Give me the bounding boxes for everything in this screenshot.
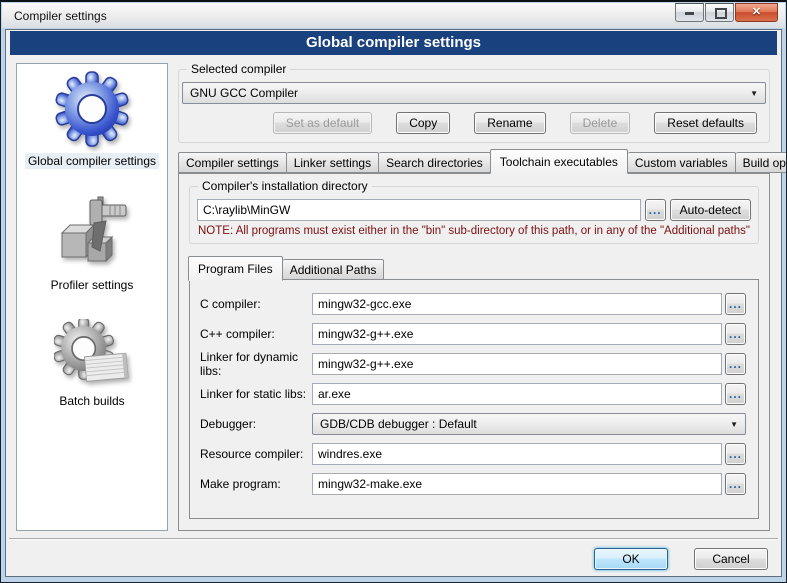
ok-button[interactable]: OK bbox=[594, 548, 668, 570]
resource-compiler-input[interactable] bbox=[312, 443, 722, 465]
debugger-select[interactable]: GDB/CDB debugger : Default ▼ bbox=[312, 413, 746, 435]
linker-static-label: Linker for static libs: bbox=[200, 387, 312, 401]
tab-search-directories[interactable]: Search directories bbox=[379, 152, 491, 173]
installation-note: NOTE: All programs must exist either in … bbox=[198, 225, 751, 237]
c-compiler-label: C compiler: bbox=[200, 297, 312, 311]
copy-button[interactable]: Copy bbox=[396, 112, 450, 134]
close-button[interactable]: ✕ bbox=[735, 3, 778, 22]
reset-defaults-button[interactable]: Reset defaults bbox=[654, 112, 757, 134]
resource-compiler-label: Resource compiler: bbox=[200, 447, 312, 461]
installation-directory-row: ... Auto-detect bbox=[197, 199, 751, 221]
selected-compiler-group: Selected compiler GNU GCC Compiler ▼ Set… bbox=[178, 69, 770, 143]
settings-sidebar: Global compiler settings bbox=[16, 63, 168, 531]
sidebar-item-label: Batch builds bbox=[56, 393, 127, 409]
tab-custom-variables[interactable]: Custom variables bbox=[628, 152, 736, 173]
blue-gear-icon bbox=[52, 69, 132, 149]
compiler-buttons-row: Set as default Copy Rename Delete Reset … bbox=[179, 112, 769, 134]
linker-static-input[interactable] bbox=[312, 383, 722, 405]
files-subtabstrip: Program Files Additional Paths bbox=[189, 256, 759, 280]
installation-directory-group: Compiler's installation directory ... Au… bbox=[189, 186, 759, 244]
chevron-down-icon: ▼ bbox=[750, 89, 758, 98]
footer-buttons: OK Cancel bbox=[6, 548, 781, 570]
field-row: Linker for static libs: ... bbox=[200, 383, 746, 405]
tab-compiler-settings[interactable]: Compiler settings bbox=[178, 152, 287, 173]
cpp-compiler-input[interactable] bbox=[312, 323, 722, 345]
browse-button[interactable]: ... bbox=[725, 383, 746, 405]
set-as-default-button[interactable]: Set as default bbox=[273, 112, 372, 134]
field-row: Resource compiler: ... bbox=[200, 443, 746, 465]
dialog-body: Global compiler settings bbox=[16, 63, 770, 531]
window-title: Compiler settings bbox=[14, 9, 107, 23]
compiler-settings-dialog: Compiler settings ✕ Global compiler sett… bbox=[0, 0, 787, 583]
tab-build-options[interactable]: Build options bbox=[736, 152, 787, 173]
cpp-compiler-label: C++ compiler: bbox=[200, 327, 312, 341]
compiler-select-value: GNU GCC Compiler bbox=[190, 86, 298, 100]
maximize-icon bbox=[715, 8, 727, 19]
cancel-button[interactable]: Cancel bbox=[694, 548, 768, 570]
sidebar-item-batch-builds[interactable]: Batch builds bbox=[54, 319, 130, 409]
compiler-select[interactable]: GNU GCC Compiler ▼ bbox=[182, 82, 766, 104]
tab-linker-settings[interactable]: Linker settings bbox=[287, 152, 379, 173]
selected-compiler-group-label: Selected compiler bbox=[187, 62, 290, 76]
field-row: C compiler: ... bbox=[200, 293, 746, 315]
program-files-panel: C compiler: ... C++ compiler: ... Linker… bbox=[189, 279, 759, 519]
rename-button[interactable]: Rename bbox=[474, 112, 545, 134]
subtab-additional-paths[interactable]: Additional Paths bbox=[283, 259, 385, 280]
make-program-input[interactable] bbox=[312, 473, 722, 495]
c-compiler-input[interactable] bbox=[312, 293, 722, 315]
field-row: Linker for dynamic libs: ... bbox=[200, 353, 746, 375]
sidebar-item-label: Global compiler settings bbox=[25, 153, 159, 169]
make-program-label: Make program: bbox=[200, 477, 312, 491]
batch-builds-icon bbox=[54, 319, 130, 389]
minimize-icon bbox=[685, 12, 694, 15]
browse-button[interactable]: ... bbox=[725, 323, 746, 345]
close-icon: ✕ bbox=[752, 7, 761, 18]
subtab-program-files[interactable]: Program Files bbox=[188, 256, 283, 281]
sidebar-item-profiler-settings[interactable]: Profiler settings bbox=[48, 195, 137, 293]
browse-button[interactable]: ... bbox=[725, 473, 746, 495]
field-row: Make program: ... bbox=[200, 473, 746, 495]
delete-button[interactable]: Delete bbox=[570, 112, 631, 134]
debugger-select-value: GDB/CDB debugger : Default bbox=[320, 417, 477, 431]
chevron-down-icon: ▼ bbox=[730, 420, 738, 429]
browse-button[interactable]: ... bbox=[725, 443, 746, 465]
field-row: C++ compiler: ... bbox=[200, 323, 746, 345]
debugger-label: Debugger: bbox=[200, 417, 312, 431]
sidebar-item-label: Profiler settings bbox=[48, 277, 137, 293]
maximize-button[interactable] bbox=[705, 3, 734, 22]
window-controls: ✕ bbox=[675, 3, 778, 22]
browse-button[interactable]: ... bbox=[725, 353, 746, 375]
tab-toolchain-executables[interactable]: Toolchain executables bbox=[490, 149, 628, 174]
footer-separator bbox=[9, 538, 778, 539]
dialog-content: Global compiler settings bbox=[5, 29, 782, 577]
main-panel: Selected compiler GNU GCC Compiler ▼ Set… bbox=[178, 63, 770, 531]
linker-dynamic-label: Linker for dynamic libs: bbox=[200, 350, 312, 378]
browse-button[interactable]: ... bbox=[725, 293, 746, 315]
linker-dynamic-input[interactable] bbox=[312, 353, 722, 375]
sidebar-item-global-compiler-settings[interactable]: Global compiler settings bbox=[25, 69, 159, 169]
settings-tabstrip: Compiler settings Linker settings Search… bbox=[178, 149, 770, 173]
minimize-button[interactable] bbox=[675, 3, 704, 22]
installation-directory-label: Compiler's installation directory bbox=[198, 179, 372, 193]
field-row: Debugger: GDB/CDB debugger : Default ▼ bbox=[200, 413, 746, 435]
titlebar: Compiler settings bbox=[2, 3, 785, 28]
auto-detect-button[interactable]: Auto-detect bbox=[670, 199, 751, 221]
installation-directory-input[interactable] bbox=[197, 199, 641, 221]
toolchain-executables-panel: Compiler's installation directory ... Au… bbox=[178, 173, 770, 531]
profiler-caliper-icon bbox=[52, 195, 132, 273]
page-title: Global compiler settings bbox=[10, 31, 777, 55]
browse-directory-button[interactable]: ... bbox=[645, 199, 666, 221]
